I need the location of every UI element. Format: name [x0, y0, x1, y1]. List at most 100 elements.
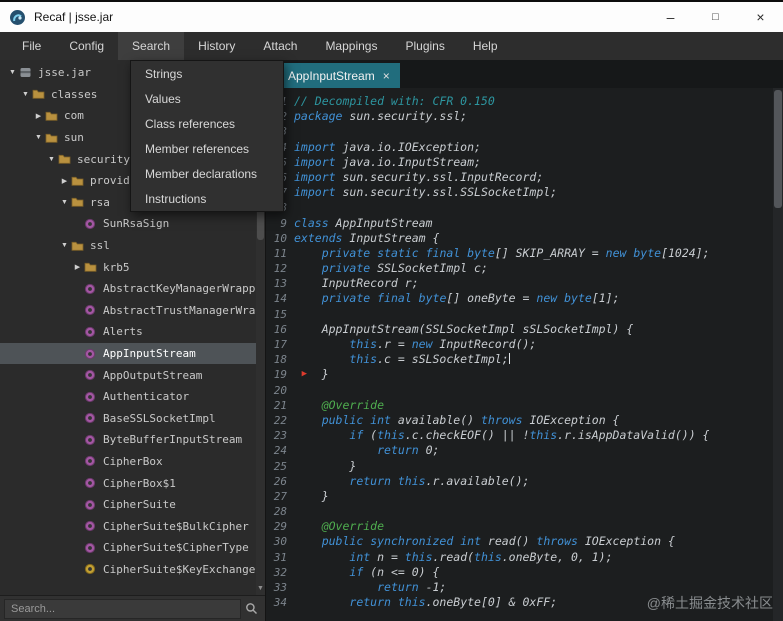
code-line[interactable]: 6import sun.security.ssl.InputRecord;	[270, 170, 773, 185]
code-line[interactable]: 22 public int available() throws IOExcep…	[270, 413, 773, 428]
code-text: if (this.c.checkEOF() || !this.r.isAppDa…	[294, 428, 709, 443]
code-line[interactable]: 3	[270, 124, 773, 139]
collapse-arrow-icon[interactable]: ▼	[58, 242, 71, 249]
expand-arrow-icon[interactable]: ▶	[32, 112, 45, 120]
tree-item-cipherbox-1[interactable]: CipherBox$1	[0, 472, 256, 494]
tree-item-abstractkeymanagerwrapper[interactable]: AbstractKeyManagerWrapper	[0, 278, 256, 300]
code-line[interactable]: 2package sun.security.ssl;	[270, 109, 773, 124]
tree-item-bytebufferinputstream[interactable]: ByteBufferInputStream	[0, 429, 256, 451]
code-line[interactable]: 5import java.io.InputStream;	[270, 155, 773, 170]
code-line[interactable]: 9class AppInputStream	[270, 216, 773, 231]
code-text: int n = this.read(this.oneByte, 0, 1);	[294, 550, 613, 565]
tree-item-krb5[interactable]: ▶krb5	[0, 256, 256, 278]
code-line[interactable]: 12 private SSLSocketImpl c;	[270, 261, 773, 276]
tree-item-ciphersuite-ciphertype[interactable]: CipherSuite$CipherType	[0, 537, 256, 559]
code-line[interactable]: 15	[270, 307, 773, 322]
code-area[interactable]: 1// Decompiled with: CFR 0.1502package s…	[266, 88, 773, 621]
collapse-arrow-icon[interactable]: ▼	[32, 134, 45, 141]
tree-item-alerts[interactable]: Alerts	[0, 321, 256, 343]
code-line[interactable]: 24 return 0;	[270, 443, 773, 458]
code-line[interactable]: 23 if (this.c.checkEOF() || !this.r.isAp…	[270, 428, 773, 443]
code-line[interactable]: 1// Decompiled with: CFR 0.150	[270, 94, 773, 109]
line-number: 21	[270, 398, 294, 413]
tree-item-ciphersuite-bulkcipher[interactable]: CipherSuite$BulkCipher	[0, 515, 256, 537]
code-line[interactable]: 16 AppInputStream(SSLSocketImpl sSLSocke…	[270, 322, 773, 337]
tab-label: AppInputStream	[288, 69, 375, 83]
line-number: 9	[270, 216, 294, 231]
tree-item-cipherbox[interactable]: CipherBox	[0, 451, 256, 473]
code-line[interactable]: 18 this.c = sSLSocketImpl;	[270, 352, 773, 367]
code-text: // Decompiled with: CFR 0.150	[294, 94, 495, 109]
code-line[interactable]: 21 @Override	[270, 398, 773, 413]
code-line[interactable]: 28	[270, 504, 773, 519]
menu-item-class-references[interactable]: Class references	[131, 111, 283, 136]
menu-mappings[interactable]: Mappings	[311, 32, 391, 60]
code-text: AppInputStream(SSLSocketImpl sSLSocketIm…	[294, 322, 633, 337]
tree-search-input[interactable]	[4, 599, 241, 619]
scroll-down-arrow-icon[interactable]: ▼	[256, 585, 265, 592]
menu-item-strings[interactable]: Strings	[131, 61, 283, 86]
code-text: this.c = sSLSocketImpl;	[294, 352, 510, 367]
tree-item-authenticator[interactable]: Authenticator	[0, 386, 256, 408]
tree-item-appinputstream[interactable]: AppInputStream	[0, 343, 256, 365]
code-line[interactable]: 31 int n = this.read(this.oneByte, 0, 1)…	[270, 550, 773, 565]
code-line[interactable]: 10extends InputStream {	[270, 231, 773, 246]
code-line[interactable]: 4import java.io.IOException;	[270, 140, 773, 155]
tree-item-abstracttrustmanagerwrapper[interactable]: AbstractTrustManagerWrapper	[0, 300, 256, 322]
menu-item-instructions[interactable]: Instructions	[131, 186, 283, 211]
tree-item-label: AppOutputStream	[103, 369, 202, 382]
tree-item-appoutputstream[interactable]: AppOutputStream	[0, 364, 256, 386]
code-line[interactable]: 17 this.r = new InputRecord();	[270, 337, 773, 352]
menu-attach[interactable]: Attach	[249, 32, 311, 60]
menu-item-member-declarations[interactable]: Member declarations	[131, 161, 283, 186]
code-line[interactable]: 25 }	[270, 459, 773, 474]
code-text: return -1;	[294, 580, 446, 595]
tree-item-label: AppInputStream	[103, 347, 196, 360]
code-text: package sun.security.ssl;	[294, 109, 467, 124]
search-icon[interactable]	[241, 602, 261, 615]
code-line[interactable]: 27 }	[270, 489, 773, 504]
code-line[interactable]: 13 InputRecord r;	[270, 276, 773, 291]
code-line[interactable]: 20	[270, 383, 773, 398]
tree-item-basesslsocketimpl[interactable]: BaseSSLSocketImpl	[0, 408, 256, 430]
menu-search[interactable]: Search	[118, 32, 184, 60]
menu-item-values[interactable]: Values	[131, 86, 283, 111]
code-line[interactable]: 19▶ }	[270, 367, 773, 382]
title-bar: Recaf | jsse.jar –□×	[0, 0, 783, 32]
collapse-arrow-icon[interactable]: ▼	[58, 199, 71, 206]
menu-file[interactable]: File	[8, 32, 55, 60]
tree-item-sunrsasign[interactable]: SunRsaSign	[0, 213, 256, 235]
package-icon	[32, 88, 47, 100]
tab-appinputstream[interactable]: AppInputStream ×	[278, 63, 400, 88]
code-editor: AppInputStream × 1// Decompiled with: CF…	[266, 60, 783, 621]
maximize-button[interactable]: □	[693, 2, 738, 32]
tab-close-icon[interactable]: ×	[383, 69, 390, 83]
collapse-arrow-icon[interactable]: ▼	[19, 91, 32, 98]
close-button[interactable]: ×	[738, 2, 783, 32]
line-number: 18	[270, 352, 294, 367]
minimize-button[interactable]: –	[648, 2, 693, 32]
menu-plugins[interactable]: Plugins	[391, 32, 458, 60]
expand-arrow-icon[interactable]: ▶	[71, 263, 84, 271]
menu-config[interactable]: Config	[55, 32, 118, 60]
tree-item-ssl[interactable]: ▼ssl	[0, 235, 256, 257]
editor-scrollbar-thumb[interactable]	[774, 90, 782, 208]
collapse-arrow-icon[interactable]: ▼	[45, 156, 58, 163]
code-line[interactable]: 30 public synchronized int read() throws…	[270, 534, 773, 549]
code-line[interactable]: 14 private final byte[] oneByte = new by…	[270, 291, 773, 306]
menu-item-member-references[interactable]: Member references	[131, 136, 283, 161]
tree-item-ciphersuite-keyexchange[interactable]: CipherSuite$KeyExchange	[0, 559, 256, 581]
menu-history[interactable]: History	[184, 32, 249, 60]
code-line[interactable]: 11 private static final byte[] SKIP_ARRA…	[270, 246, 773, 261]
collapse-arrow-icon[interactable]: ▼	[6, 69, 19, 76]
editor-scrollbar[interactable]	[773, 88, 783, 621]
tree-item-ciphersuite[interactable]: CipherSuite	[0, 494, 256, 516]
expand-arrow-icon[interactable]: ▶	[58, 177, 71, 185]
code-line[interactable]: 26 return this.r.available();	[270, 474, 773, 489]
code-line[interactable]: 32 if (n <= 0) {	[270, 565, 773, 580]
tree-item-label: security	[77, 153, 130, 166]
code-line[interactable]: 29 @Override	[270, 519, 773, 534]
code-line[interactable]: 8	[270, 200, 773, 215]
menu-help[interactable]: Help	[459, 32, 512, 60]
code-line[interactable]: 7import sun.security.ssl.SSLSocketImpl;	[270, 185, 773, 200]
